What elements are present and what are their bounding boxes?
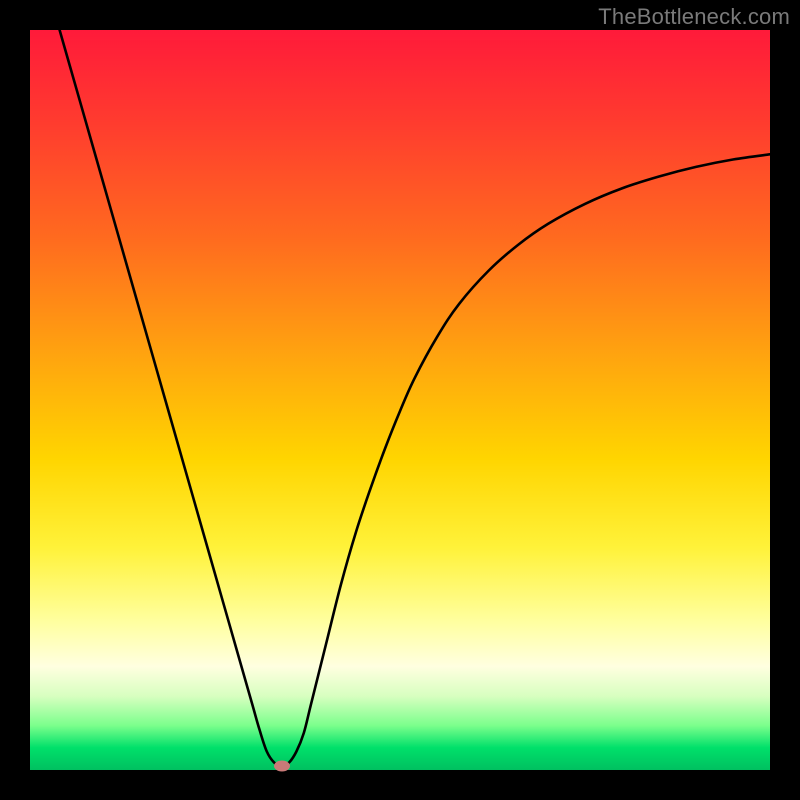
attribution-text: TheBottleneck.com [598, 4, 790, 30]
chart-frame: TheBottleneck.com [0, 0, 800, 800]
optimal-point-marker [274, 761, 290, 772]
chart-plot-area [30, 30, 770, 770]
bottleneck-curve [30, 30, 770, 770]
